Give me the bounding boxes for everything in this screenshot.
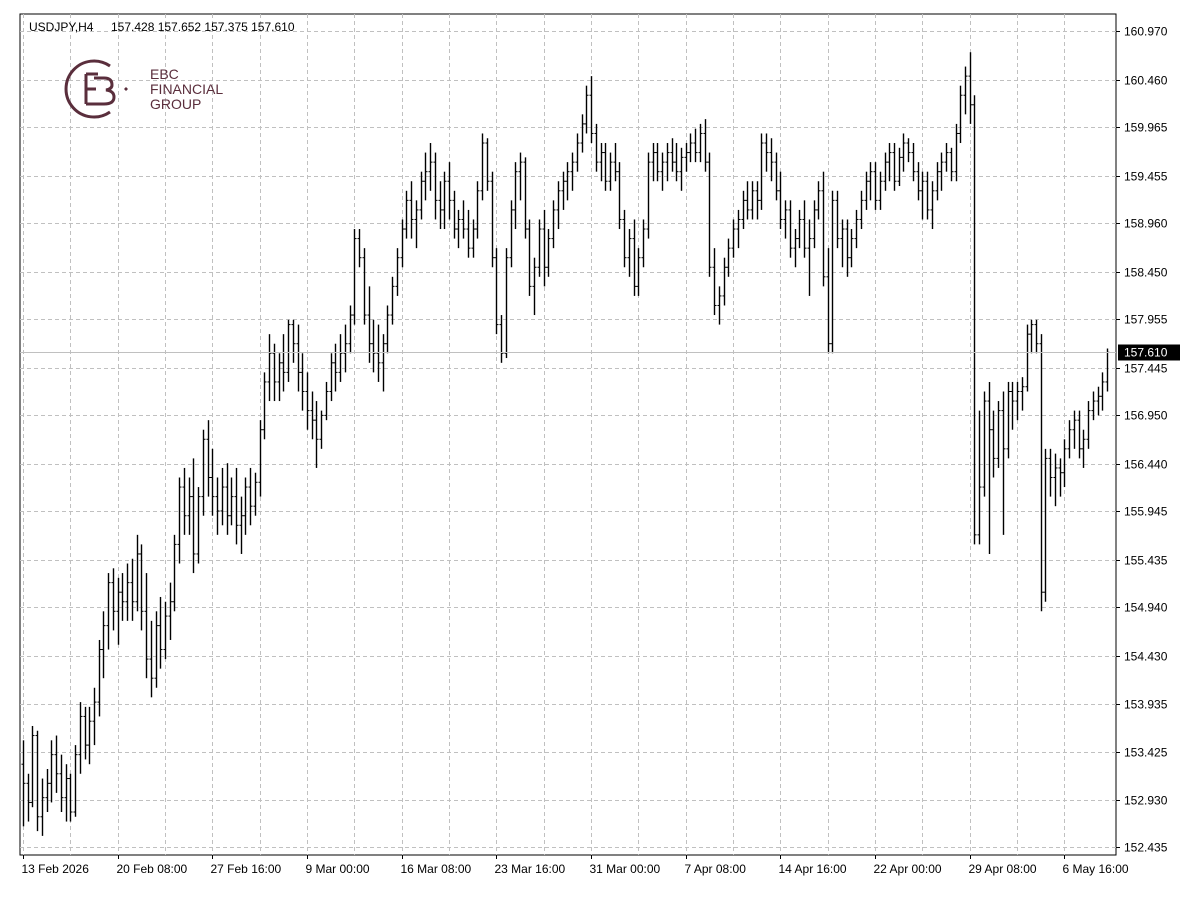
y-tick-label: 153.935 (1124, 698, 1168, 712)
x-tick-label: 29 Apr 08:00 (969, 862, 1037, 876)
y-tick-label: 154.430 (1124, 650, 1168, 664)
y-tick-label: 154.940 (1124, 601, 1168, 615)
y-tick-label: 157.445 (1124, 362, 1168, 376)
ebc-logo-text: EBC FINANCIAL GROUP (150, 65, 224, 112)
ebc-logo-icon (64, 56, 130, 122)
x-tick-label: 6 May 16:00 (1063, 862, 1129, 876)
y-tick-label: 158.450 (1124, 266, 1168, 280)
y-tick-label: 159.455 (1124, 170, 1168, 184)
logo-line-3: GROUP (150, 95, 202, 112)
y-tick-label: 158.960 (1124, 217, 1168, 231)
y-tick-label: 155.945 (1124, 505, 1168, 519)
x-axis: 13 Feb 2026 20 Feb 08:00 27 Feb 16:00 9 Mar… (22, 855, 1129, 876)
plot-frame (19, 13, 1117, 856)
ohlc-readout: 157.428 157.652 157.375 157.610 (111, 20, 295, 34)
x-tick-label: 13 Feb 2026 (22, 862, 90, 876)
x-tick-label: 9 Mar 00:00 (306, 862, 370, 876)
logo-line-2: FINANCIAL (150, 80, 224, 97)
x-tick-label: 16 Mar 08:00 (401, 862, 472, 876)
y-tick-label: 156.440 (1124, 458, 1168, 472)
x-tick-label: 20 Feb 08:00 (117, 862, 188, 876)
logo-line-1: EBC (150, 65, 179, 82)
x-tick-label: 31 Mar 00:00 (590, 862, 661, 876)
symbol-label: USDJPY,H4 (29, 20, 94, 34)
y-tick-label: 156.950 (1124, 409, 1168, 423)
x-tick-label: 7 Apr 08:00 (685, 862, 747, 876)
y-tick-label: 160.460 (1124, 74, 1168, 88)
y-tick-label: 152.435 (1124, 841, 1168, 855)
x-tick-label: 27 Feb 16:00 (211, 862, 282, 876)
y-tick-label: 157.955 (1124, 313, 1168, 327)
current-price-label: 157.610 (1124, 346, 1168, 360)
ebc-logo: EBC FINANCIAL GROUP (64, 56, 223, 122)
y-tick-label: 152.930 (1124, 794, 1168, 808)
y-tick-label: 153.425 (1124, 746, 1168, 760)
chart: 157.610 160.970 160.460 159.965 159.455 158.… (0, 0, 1200, 896)
y-tick-label: 160.970 (1124, 25, 1168, 39)
y-tick-label: 155.435 (1124, 554, 1168, 568)
y-axis: 160.970 160.460 159.965 159.455 158.960 158.4… (1116, 25, 1168, 855)
y-tick-label: 159.965 (1124, 121, 1168, 135)
x-tick-label: 14 Apr 16:00 (779, 862, 847, 876)
x-tick-label: 23 Mar 16:00 (495, 862, 566, 876)
chart-svg: 157.610 160.970 160.460 159.965 159.455 158.… (19, 13, 1180, 876)
x-tick-label: 22 Apr 00:00 (874, 862, 942, 876)
